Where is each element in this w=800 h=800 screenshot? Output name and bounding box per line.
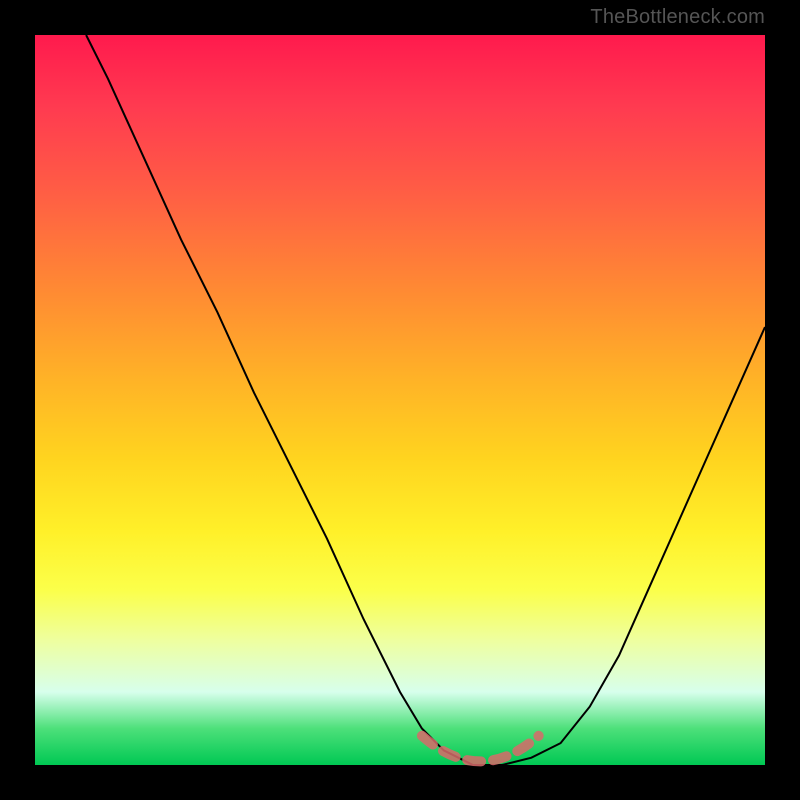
bottleneck-curve [86,35,765,765]
optimal-zone-marker [422,736,539,762]
chart-canvas: TheBottleneck.com [0,0,800,800]
chart-overlay [35,35,765,765]
attribution-label: TheBottleneck.com [590,6,765,29]
